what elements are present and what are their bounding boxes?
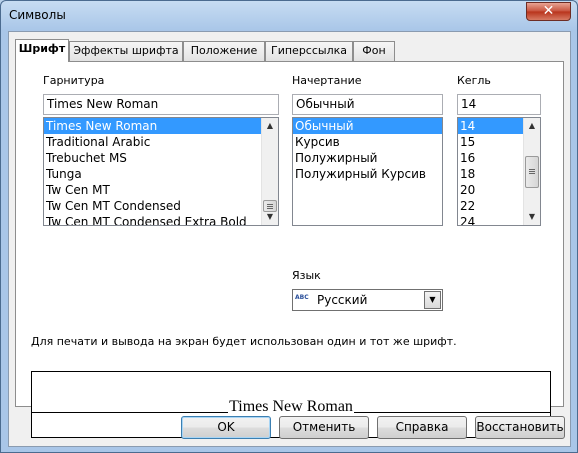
- grip-line: [267, 204, 273, 205]
- style-input[interactable]: Обычный: [292, 94, 443, 115]
- preview-sample-text: Times New Roman: [228, 398, 354, 415]
- family-list[interactable]: Times New Roman Traditional Arabic Trebu…: [43, 117, 279, 226]
- size-scrollbar[interactable]: ▲ ▼: [523, 118, 540, 225]
- family-list-item[interactable]: Tw Cen MT Condensed: [44, 198, 278, 214]
- family-scrollbar[interactable]: ▲ ▼: [261, 118, 278, 225]
- cancel-button[interactable]: Отменить: [279, 416, 369, 439]
- title-bar[interactable]: Символы ✕: [1, 1, 577, 31]
- reset-button[interactable]: Восстановить: [475, 416, 565, 439]
- family-label: Гарнитура: [43, 74, 105, 87]
- dialog-client-area: Шрифт Эффекты шрифта Положение Гиперссыл…: [8, 31, 571, 447]
- info-text: Для печати и вывода на экран будет испол…: [31, 335, 457, 348]
- chevron-down-icon[interactable]: ▼: [424, 291, 441, 309]
- family-input[interactable]: Times New Roman: [43, 94, 279, 115]
- style-list-item[interactable]: Полужирный Курсив: [293, 166, 442, 182]
- family-list-item[interactable]: Tunga: [44, 166, 278, 182]
- dialog-window: Символы ✕ Шрифт Эффекты шрифта Положение…: [0, 0, 578, 453]
- family-list-item[interactable]: Traditional Arabic: [44, 134, 278, 150]
- style-list-item[interactable]: Полужирный: [293, 150, 442, 166]
- font-tab-panel: Гарнитура Times New Roman Times New Roma…: [15, 61, 564, 438]
- scroll-up-icon[interactable]: ▲: [524, 118, 540, 134]
- scroll-thumb[interactable]: [525, 156, 539, 188]
- size-input[interactable]: 14: [457, 94, 541, 115]
- grip-line: [529, 173, 535, 174]
- preview-sample: Times New Roman: [32, 398, 550, 416]
- tab-font[interactable]: Шрифт: [15, 39, 69, 62]
- size-label: Кегль: [457, 74, 491, 87]
- family-list-item[interactable]: Tw Cen MT Condensed Extra Bold: [44, 214, 278, 225]
- tab-background[interactable]: Фон: [353, 41, 395, 61]
- size-list-item[interactable]: 14: [458, 118, 523, 134]
- grip-line: [529, 169, 535, 170]
- size-list[interactable]: 14 15 16 18 20 22 24 ▲ ▼: [457, 117, 541, 226]
- tab-font-effects[interactable]: Эффекты шрифта: [69, 41, 183, 61]
- language-spellcheck-icon: ABC: [295, 294, 309, 301]
- family-list-item[interactable]: Tw Cen MT: [44, 182, 278, 198]
- tab-position[interactable]: Положение: [183, 41, 265, 61]
- grip-line: [267, 206, 273, 207]
- family-list-item[interactable]: Times New Roman: [44, 118, 278, 134]
- tab-hyperlink[interactable]: Гиперссылка: [265, 41, 353, 61]
- scroll-down-icon[interactable]: ▼: [262, 209, 278, 225]
- grip-line: [529, 171, 535, 172]
- scroll-up-icon[interactable]: ▲: [262, 118, 278, 134]
- style-list-item[interactable]: Обычный: [293, 118, 442, 134]
- help-button[interactable]: Справка: [377, 416, 467, 439]
- style-label: Начертание: [292, 74, 362, 87]
- scroll-down-icon[interactable]: ▼: [524, 209, 540, 225]
- ok-button[interactable]: OK: [181, 416, 271, 439]
- close-button[interactable]: ✕: [526, 2, 571, 21]
- family-list-item[interactable]: Trebuchet MS: [44, 150, 278, 166]
- style-list-item[interactable]: Курсив: [293, 134, 442, 150]
- language-value: Русский: [317, 293, 368, 307]
- language-select[interactable]: ABC Русский ▼: [292, 289, 443, 311]
- style-list[interactable]: Обычный Курсив Полужирный Полужирный Кур…: [292, 117, 443, 226]
- window-title: Символы: [9, 8, 66, 22]
- language-label: Язык: [292, 269, 321, 282]
